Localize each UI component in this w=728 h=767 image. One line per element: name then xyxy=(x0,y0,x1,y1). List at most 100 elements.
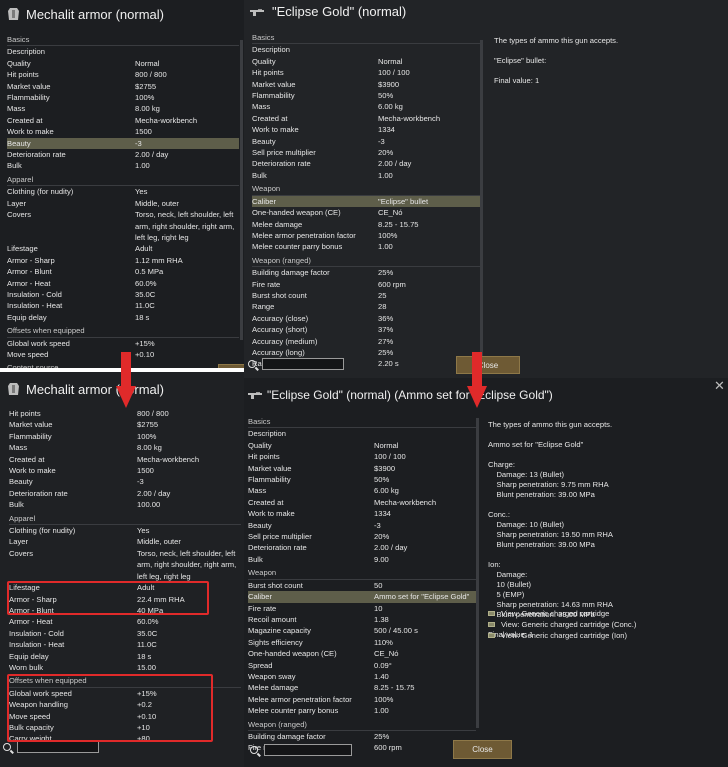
ammo-link[interactable]: View: Generic charged cartridge (Ion) xyxy=(488,630,636,641)
close-button[interactable]: Close xyxy=(456,356,520,374)
stat-row[interactable]: Insulation - Heat 11.0C xyxy=(9,639,241,650)
stat-row[interactable]: Melee damage 8.25 - 15.75 xyxy=(252,219,480,230)
stat-row[interactable]: Fire rate 10 xyxy=(248,603,476,614)
stat-row[interactable]: Flammability 100% xyxy=(7,92,239,103)
stat-row[interactable]: Burst shot count 25 xyxy=(252,290,480,301)
stat-row[interactable]: Layer Middle, outer xyxy=(7,198,239,209)
stat-row[interactable]: Mass 8.00 kg xyxy=(7,103,239,114)
stat-row[interactable]: Insulation - Heat 11.0C xyxy=(7,300,239,311)
stat-row[interactable]: Lifestage Adult xyxy=(7,243,239,254)
stat-row[interactable]: Melee damage 8.25 - 15.75 xyxy=(248,682,476,693)
stat-row[interactable]: Beauty -3 xyxy=(248,520,476,531)
search-bar[interactable] xyxy=(3,741,99,753)
stat-row[interactable]: Flammability 50% xyxy=(248,474,476,485)
stat-row[interactable]: Deterioration rate 2.00 / day xyxy=(9,488,241,499)
stat-row[interactable]: Spread 0.09° xyxy=(248,660,476,671)
stat-row[interactable]: Weapon sway 1.40 xyxy=(248,671,476,682)
stat-row[interactable]: Hit points 800 / 800 xyxy=(7,69,239,80)
stat-row[interactable]: Magazine capacity 500 / 45.00 s xyxy=(248,625,476,636)
stat-row[interactable]: Melee armor penetration factor 100% xyxy=(252,230,480,241)
scrollbar[interactable] xyxy=(480,40,483,360)
stat-row[interactable]: Equip delay 18 s xyxy=(9,651,241,662)
stat-row[interactable]: Insulation - Cold 35.0C xyxy=(7,289,239,300)
stat-row[interactable]: Flammability 50% xyxy=(252,90,480,101)
search-input[interactable] xyxy=(17,741,99,753)
stat-row[interactable]: Quality Normal xyxy=(7,58,239,69)
stat-row[interactable]: Description xyxy=(248,428,476,439)
stat-row[interactable]: Armor - Heat 60.0% xyxy=(9,616,241,627)
stat-row[interactable]: Bulk 100.00 xyxy=(9,499,241,510)
stat-row[interactable]: Melee counter parry bonus 1.00 xyxy=(252,241,480,252)
stat-row[interactable]: Work to make 1334 xyxy=(248,508,476,519)
stat-row[interactable]: Melee counter parry bonus 1.00 xyxy=(248,705,476,716)
stat-row[interactable]: Description xyxy=(7,46,239,57)
stat-row[interactable]: Mass 8.00 kg xyxy=(9,442,241,453)
stat-row[interactable]: Clothing (for nudity) Yes xyxy=(9,525,241,536)
stat-row[interactable]: Hit points 100 / 100 xyxy=(248,451,476,462)
ammo-link[interactable]: View: Generic charged cartridge xyxy=(488,608,636,619)
search-bar[interactable] xyxy=(248,358,344,370)
stat-row[interactable]: Bulk 9.00 xyxy=(248,554,476,565)
stat-row[interactable]: Sights efficiency 110% xyxy=(248,637,476,648)
search-input[interactable] xyxy=(264,744,352,756)
stat-row[interactable]: Bulk 1.00 xyxy=(252,170,480,181)
stat-row[interactable]: Global work speed +15% xyxy=(7,338,239,349)
stat-row[interactable]: Armor - Sharp 1.12 mm RHA xyxy=(7,255,239,266)
stat-row[interactable]: Deterioration rate 2.00 / day xyxy=(252,158,480,169)
stat-row[interactable]: Armor - Heat 60.0% xyxy=(7,278,239,289)
stat-row[interactable]: Market value $2755 xyxy=(7,81,239,92)
stat-row[interactable]: One-handed weapon (CE) CE_Nó xyxy=(252,207,480,218)
stat-row[interactable]: Fire rate 600 rpm xyxy=(252,279,480,290)
stat-row[interactable]: Accuracy (close) 36% xyxy=(252,313,480,324)
stat-row[interactable]: Deterioration rate 2.00 / day xyxy=(248,542,476,553)
stat-row[interactable]: Created at Mecha-workbench xyxy=(7,115,239,126)
stat-row[interactable]: Quality Normal xyxy=(252,56,480,67)
stat-row[interactable]: Created at Mecha-workbench xyxy=(9,454,241,465)
stat-row[interactable]: Accuracy (medium) 27% xyxy=(252,336,480,347)
scrollbar[interactable] xyxy=(476,418,479,728)
search-input[interactable] xyxy=(262,358,344,370)
stat-row[interactable]: Insulation - Cold 35.0C xyxy=(9,628,241,639)
stat-row[interactable]: Flammability 100% xyxy=(9,431,241,442)
stat-row[interactable]: Clothing (for nudity) Yes xyxy=(7,186,239,197)
stat-row[interactable]: Range 28 xyxy=(252,301,480,312)
stat-row[interactable]: Melee armor penetration factor 100% xyxy=(248,694,476,705)
stat-row[interactable]: Bulk 1.00 xyxy=(7,160,239,171)
stat-row[interactable]: Equip delay 18 s xyxy=(7,312,239,323)
stat-row[interactable]: Armor - Blunt 0.5 MPa xyxy=(7,266,239,277)
stat-row[interactable]: Sell price multiplier 20% xyxy=(248,531,476,542)
stat-row[interactable]: Recoil amount 1.38 xyxy=(248,614,476,625)
stat-row[interactable]: Work to make 1500 xyxy=(9,465,241,476)
search-bar[interactable] xyxy=(250,744,352,756)
stat-row[interactable]: Hit points 100 / 100 xyxy=(252,67,480,78)
stat-row[interactable]: Deterioration rate 2.00 / day xyxy=(7,149,239,160)
stat-row[interactable]: Building damage factor 25% xyxy=(248,731,476,742)
ammo-link[interactable]: View: Generic charged cartridge (Conc.) xyxy=(488,619,636,630)
stat-row[interactable]: Caliber Ammo set for "Eclipse Gold" xyxy=(248,591,476,603)
stat-row[interactable]: Beauty -3 xyxy=(7,137,239,150)
stat-row[interactable]: Quality Normal xyxy=(248,440,476,451)
close-icon[interactable]: ✕ xyxy=(714,378,725,394)
stat-row[interactable]: Accuracy (long) 25% xyxy=(252,347,480,358)
stat-row[interactable]: Building damage factor 25% xyxy=(252,267,480,278)
stat-row[interactable]: Accuracy (short) 37% xyxy=(252,324,480,335)
stat-row[interactable]: Beauty -3 xyxy=(9,476,241,487)
stat-row[interactable]: Work to make 1334 xyxy=(252,124,480,135)
stat-row[interactable]: Market value $3900 xyxy=(248,463,476,474)
stat-row[interactable]: Mass 6.00 kg xyxy=(248,485,476,496)
stat-row[interactable]: Worn bulk 15.00 xyxy=(9,662,241,673)
stat-row[interactable]: Covers Torso, neck, left shoulder, left a… xyxy=(7,209,239,243)
stat-row[interactable]: Sell price multiplier 20% xyxy=(252,147,480,158)
stat-row[interactable]: Work to make 1500 xyxy=(7,126,239,137)
scrollbar[interactable] xyxy=(240,40,243,340)
stat-row[interactable]: Market value $3900 xyxy=(252,79,480,90)
stat-row[interactable]: Covers Torso, neck, left shoulder, left a… xyxy=(9,548,241,582)
close-button[interactable]: Close xyxy=(453,740,512,759)
stat-row[interactable]: Created at Mecha-workbench xyxy=(252,113,480,124)
stat-row[interactable]: Beauty -3 xyxy=(252,136,480,147)
stat-row[interactable]: Caliber "Eclipse" bullet xyxy=(252,195,480,208)
stat-row[interactable]: Created at Mecha-workbench xyxy=(248,497,476,508)
stat-row[interactable]: Burst shot count 50 xyxy=(248,580,476,591)
stat-row[interactable]: Market value $2755 xyxy=(9,419,241,430)
stat-row[interactable]: One-handed weapon (CE) CE_Nó xyxy=(248,648,476,659)
